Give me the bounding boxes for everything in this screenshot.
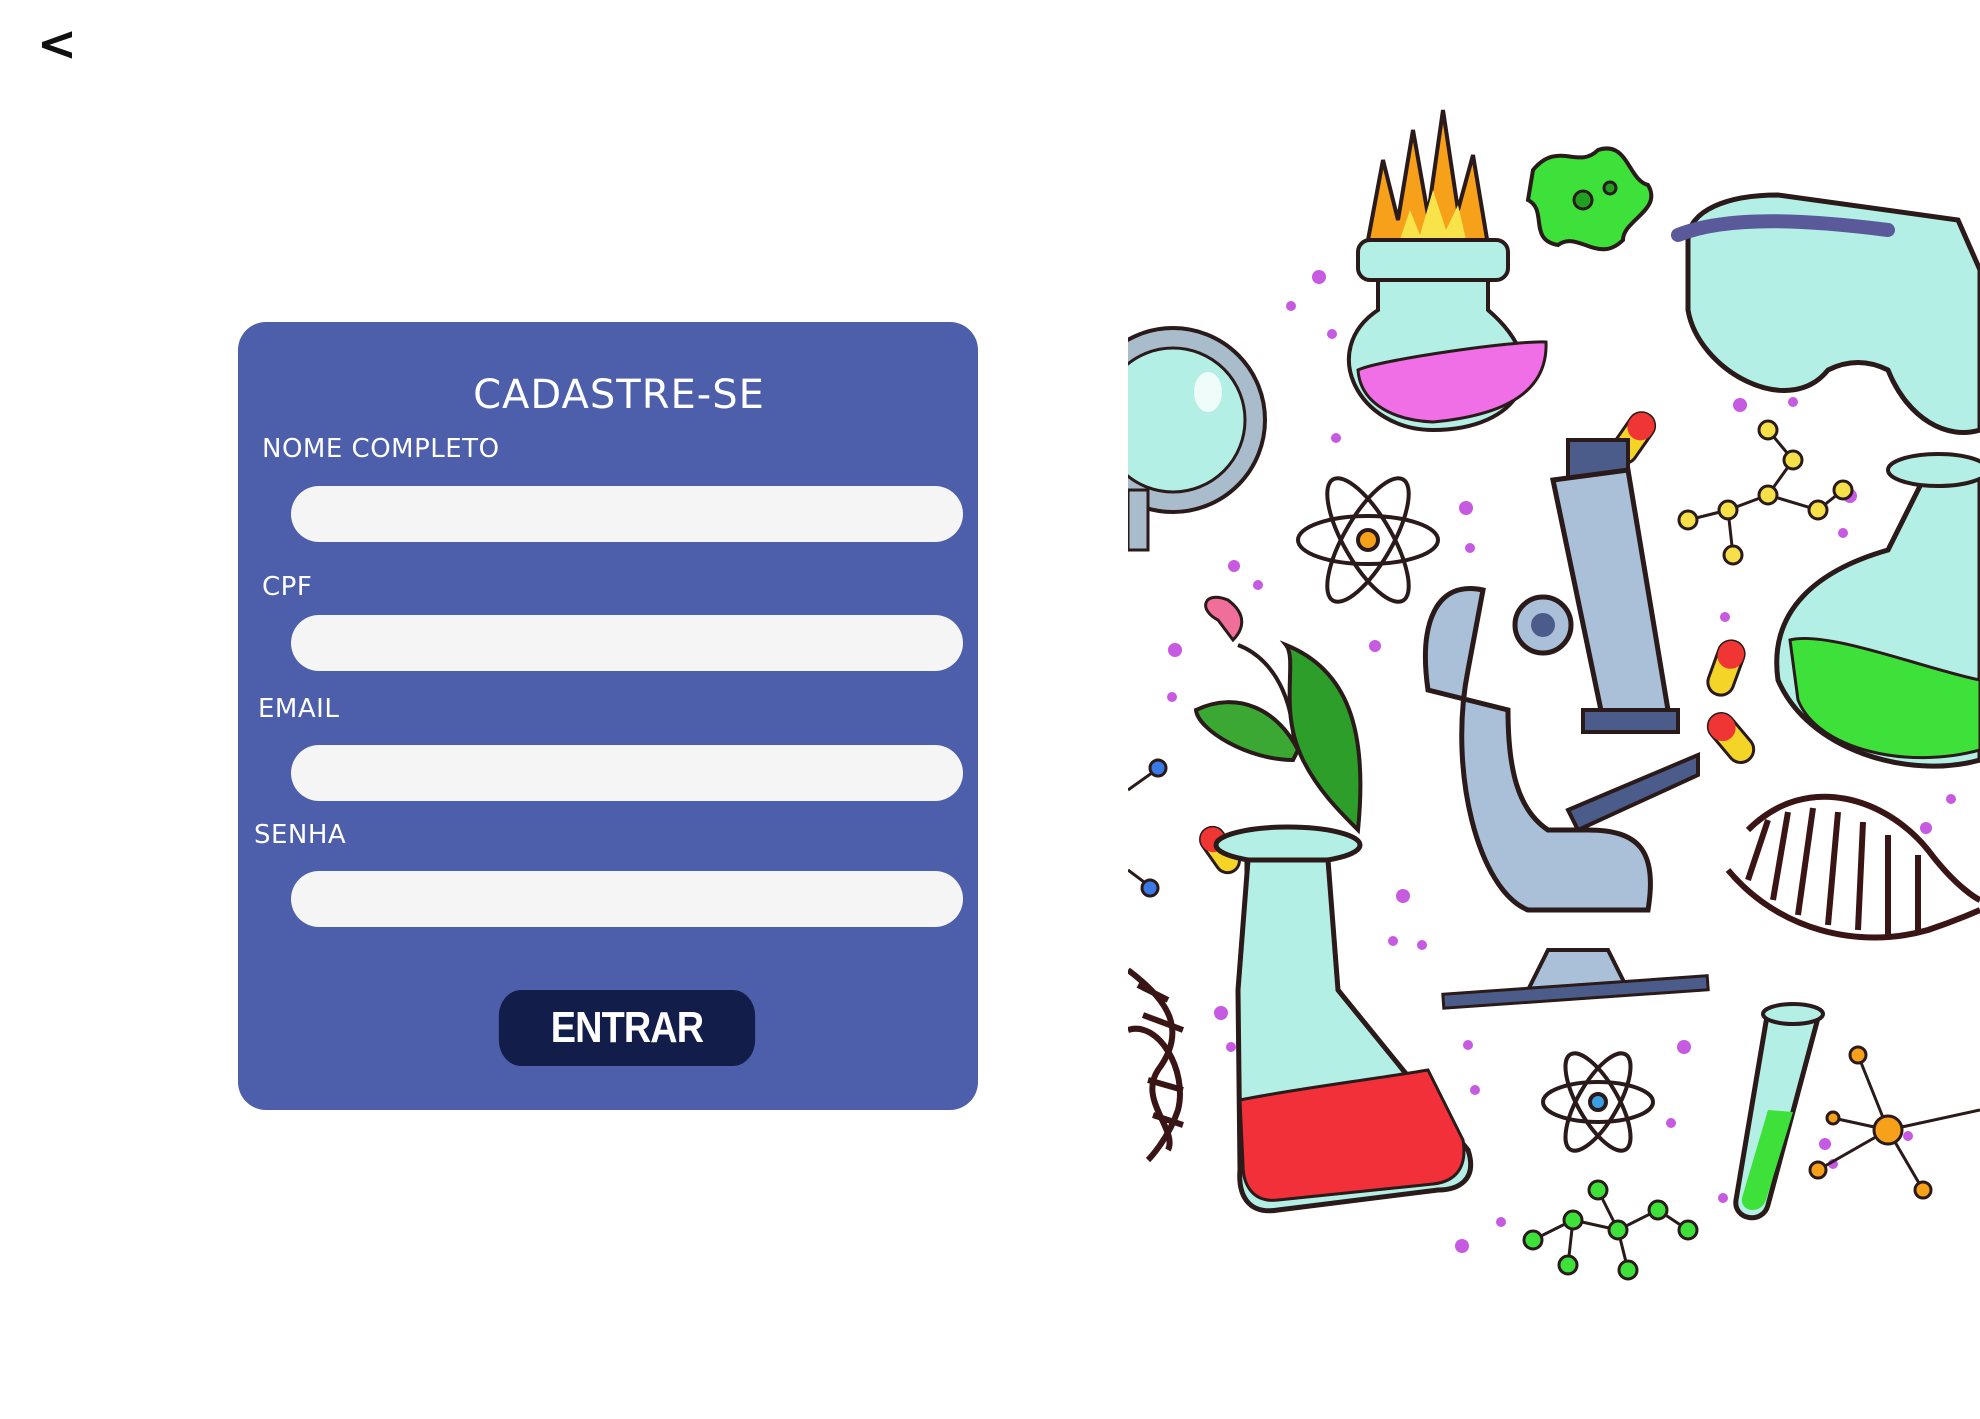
erlenmeyer-flask-icon [1213, 824, 1474, 1214]
magnifier-icon [1128, 326, 1267, 552]
round-flask-icon [1774, 452, 1980, 769]
fullname-input[interactable] [291, 486, 963, 542]
back-button[interactable]: < [34, 14, 80, 74]
cpf-label: CPF [262, 572, 313, 602]
email-input[interactable] [291, 745, 963, 801]
fullname-label: NOME COMPLETO [262, 434, 500, 464]
cpf-input[interactable] [291, 615, 963, 671]
science-illustration [1128, 109, 1980, 1281]
email-label: EMAIL [258, 694, 340, 724]
bacteria-icon [1525, 146, 1654, 252]
signup-title: CADASTRE-SE [473, 372, 765, 418]
enter-button[interactable]: ENTRAR [498, 990, 756, 1066]
leaf-icon [1193, 595, 1363, 835]
flask-icon [1347, 109, 1548, 433]
password-input[interactable] [291, 871, 963, 927]
microscope-icon [1422, 438, 1710, 1010]
goggles-icon [1671, 192, 1980, 435]
signup-card: CADASTRE-SE NOME COMPLETO CPF EMAIL SENH… [238, 322, 978, 1110]
password-label: SENHA [254, 820, 347, 850]
test-tube-icon [1733, 1002, 1825, 1221]
pin-icon [1128, 758, 1168, 898]
